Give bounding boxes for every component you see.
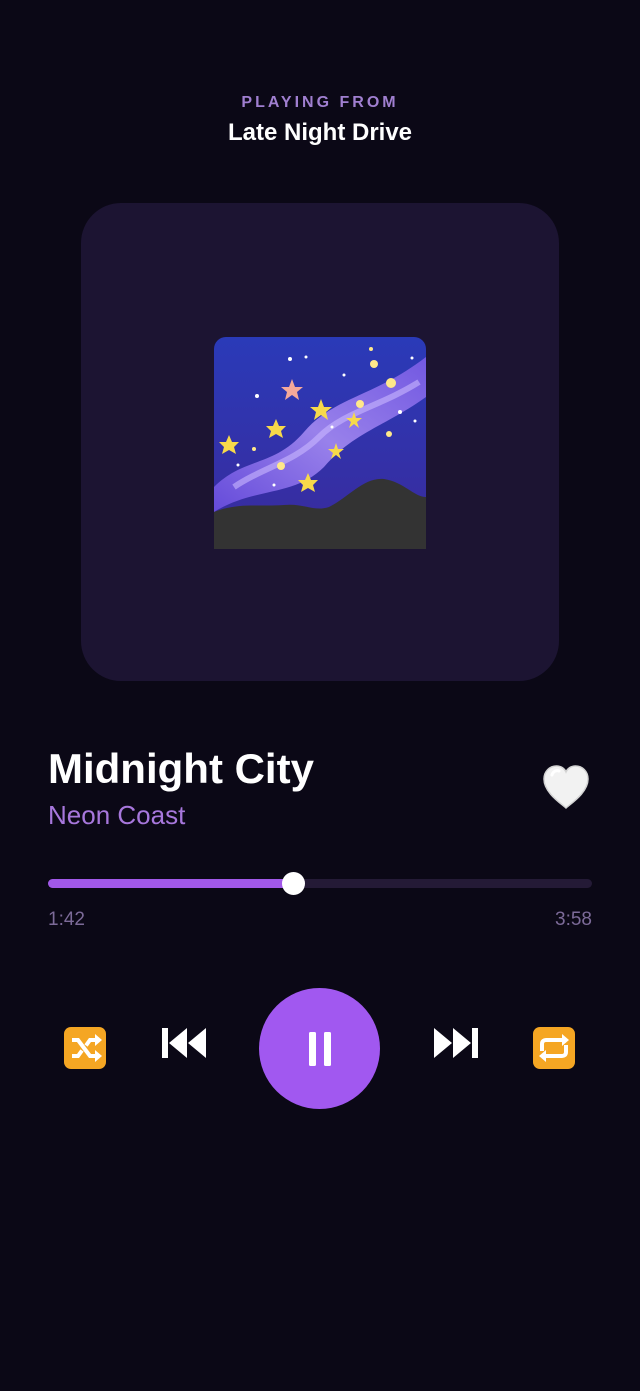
- progress-fill: [48, 879, 293, 888]
- next-track-button[interactable]: [432, 1026, 480, 1062]
- progress-thumb[interactable]: [281, 872, 305, 895]
- shuffle-icon: [64, 1027, 106, 1069]
- repeat-button[interactable]: [533, 1027, 575, 1069]
- milky-way-night-sky-icon: [214, 337, 426, 549]
- playlist-name: Late Night Drive: [227, 119, 413, 146]
- next-track-icon: [434, 1028, 478, 1058]
- previous-track-icon: [162, 1028, 206, 1058]
- track-artist[interactable]: Neon Coast: [48, 798, 185, 832]
- elapsed-time: 1:42: [48, 909, 85, 930]
- shuffle-button[interactable]: [64, 1027, 106, 1069]
- track-title: Midnight City: [48, 745, 314, 792]
- total-duration: 3:58: [555, 909, 592, 930]
- album-art-card: [81, 203, 559, 681]
- like-button[interactable]: [540, 762, 592, 814]
- play-pause-button[interactable]: [259, 988, 380, 1109]
- previous-track-button[interactable]: [160, 1026, 208, 1062]
- repeat-icon: [533, 1027, 575, 1069]
- white-heart-icon: [543, 765, 589, 810]
- pause-icon: [309, 1032, 331, 1066]
- now-playing-header: PLAYING FROM Late Night Drive: [0, 92, 640, 148]
- playing-from-label: PLAYING FROM: [241, 94, 399, 111]
- progress-bar[interactable]: [48, 872, 592, 895]
